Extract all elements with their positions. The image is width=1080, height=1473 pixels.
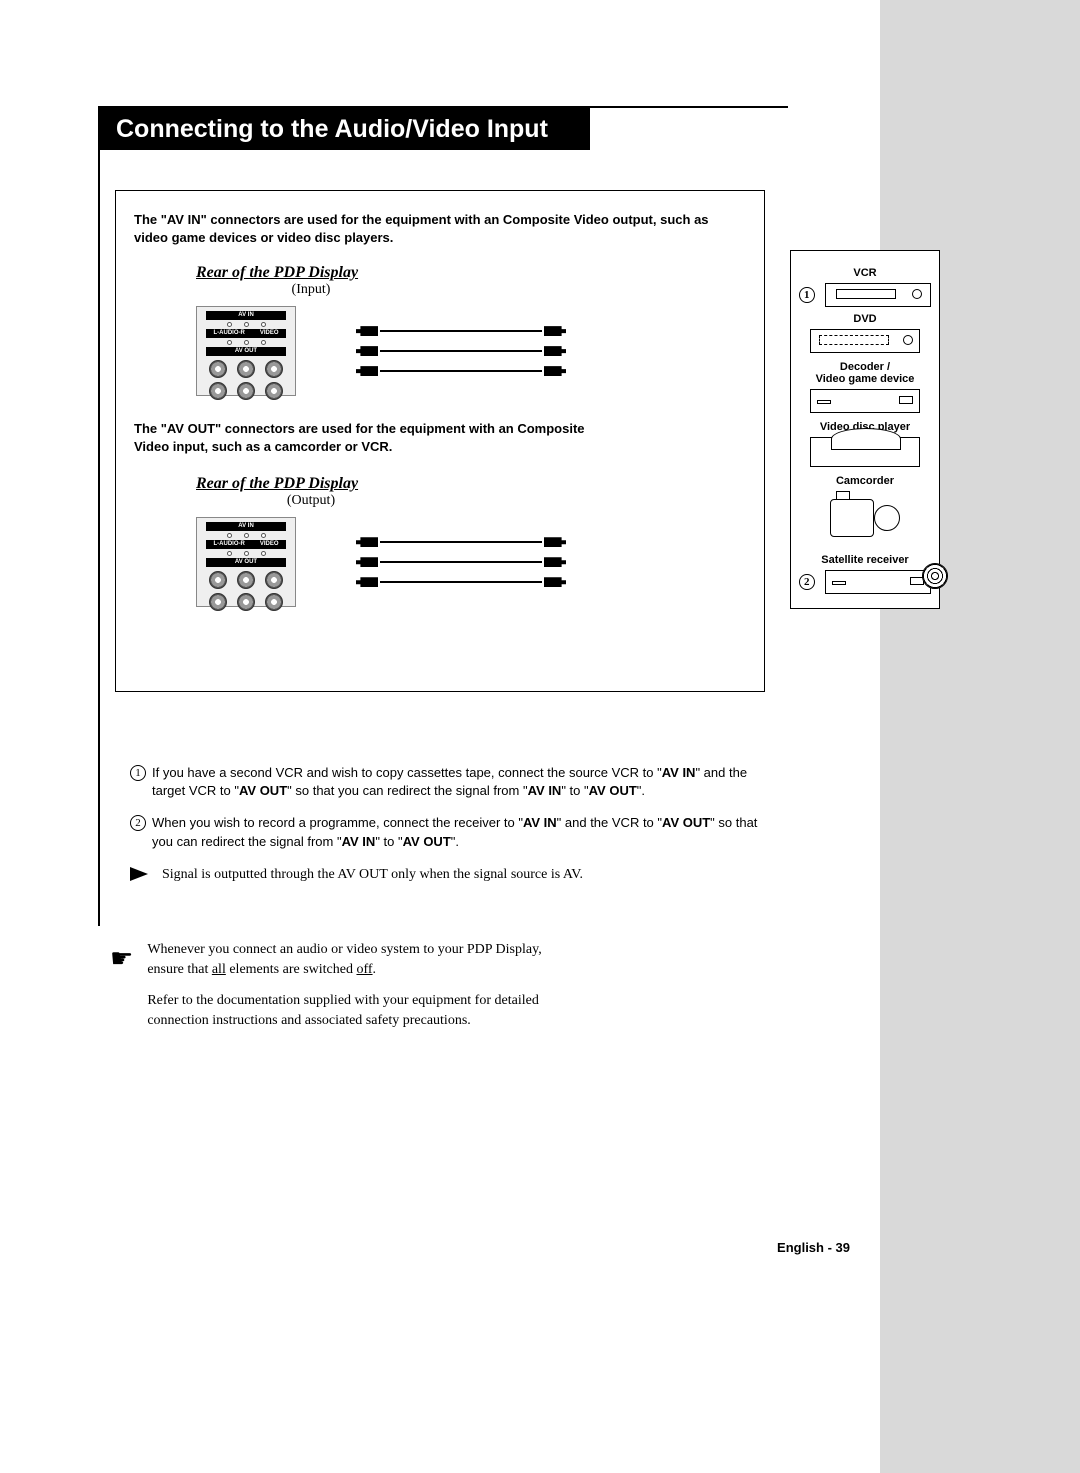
panel-video-text: VIDEO: [260, 329, 279, 338]
panel-avin-label: AV IN: [206, 311, 286, 320]
panel-avout-label: AV OUT: [206, 347, 286, 356]
n2-bold-h: AV OUT: [403, 834, 451, 849]
page-title: Connecting to the Audio/Video Input: [100, 108, 590, 150]
device-column: VCR 1 DVD Decoder / Video game device Vi…: [790, 250, 940, 609]
hand-pointer-icon: ☛: [110, 940, 133, 1041]
diagram-output: AV IN L-AUDIO-R VIDEO AV OUT: [196, 517, 746, 607]
panel-audio-text: L-AUDIO-R: [214, 329, 245, 338]
n1-bold-b: AV IN: [662, 765, 696, 780]
tip1-d: off: [356, 962, 372, 977]
dev-vcr-label: VCR: [799, 267, 931, 279]
tip1-b: all: [212, 962, 226, 977]
panel-audio-text-2: L-AUDIO-R: [214, 540, 245, 549]
tip-paragraph-1: Whenever you connect an audio or video s…: [147, 940, 570, 981]
panel-video-text-2: VIDEO: [260, 540, 279, 549]
note-2-number-icon: 2: [130, 815, 146, 831]
panel-audio-label: L-AUDIO-R VIDEO: [206, 329, 286, 338]
section-sublabel-input: (Input): [196, 282, 426, 298]
notes-section: 1 If you have a second VCR and wish to c…: [130, 764, 760, 884]
satellite-icon: [825, 570, 931, 594]
n2-bold-d: AV OUT: [662, 815, 710, 830]
n2-bold-f: AV IN: [342, 834, 376, 849]
dvd-icon: [810, 329, 920, 353]
note-1-number-icon: 1: [130, 765, 146, 781]
rear-panel-input: AV IN L-AUDIO-R VIDEO AV OUT: [196, 306, 296, 396]
tip-block: ☛ Whenever you connect an audio or video…: [110, 940, 570, 1041]
rear-panel-output: AV IN L-AUDIO-R VIDEO AV OUT: [196, 517, 296, 607]
camcorder-icon: [830, 491, 900, 546]
dev-decoder-label: Decoder / Video game device: [799, 361, 931, 385]
page-footer: English - 39: [777, 1240, 850, 1255]
circled-1-icon: 1: [799, 287, 815, 303]
note-2: 2 When you wish to record a programme, c…: [130, 814, 760, 850]
n2-text-c: " and the VCR to ": [557, 815, 662, 830]
decoder-icon: [810, 389, 920, 413]
dish-icon: [922, 563, 948, 589]
disc-player-icon: [810, 437, 920, 467]
panel-audio-label-2: L-AUDIO-R VIDEO: [206, 540, 286, 549]
page-sidebar: [880, 0, 1080, 1473]
section-sublabel-output: (Output): [196, 493, 426, 509]
dev-dvd-label: DVD: [799, 313, 931, 325]
n2-text-a: When you wish to record a programme, con…: [152, 815, 523, 830]
n1-bold-h: AV OUT: [589, 783, 637, 798]
panel-avout-label-2: AV OUT: [206, 558, 286, 567]
n1-text-a: If you have a second VCR and wish to cop…: [152, 765, 662, 780]
triangle-text: Signal is outputted through the AV OUT o…: [162, 865, 583, 885]
main-content-box: The "AV IN" connectors are used for the …: [115, 190, 765, 692]
circled-2-icon: 2: [799, 574, 815, 590]
cables-output: [356, 537, 566, 587]
tip1-e: .: [373, 962, 377, 977]
n1-text-e: " so that you can redirect the signal fr…: [287, 783, 527, 798]
cables-input: [356, 326, 566, 376]
tip-paragraph-2: Refer to the documentation supplied with…: [147, 991, 570, 1032]
intro-text: The "AV IN" connectors are used for the …: [134, 211, 746, 246]
dev-decoder-text: Decoder /: [840, 361, 890, 373]
dev-game-text: Video game device: [816, 373, 915, 385]
vcr-icon: [825, 283, 931, 307]
n2-bold-b: AV IN: [523, 815, 557, 830]
n1-bold-d: AV OUT: [239, 783, 287, 798]
n1-bold-f: AV IN: [528, 783, 562, 798]
triangle-icon: [130, 867, 148, 881]
n2-text-g: " to ": [375, 834, 402, 849]
section-heading-input: Rear of the PDP Display: [196, 264, 746, 282]
dev-sat-label: Satellite receiver: [799, 554, 931, 566]
diagram-input: AV IN L-AUDIO-R VIDEO AV OUT: [196, 306, 746, 396]
panel-avin-label-2: AV IN: [206, 522, 286, 531]
mid-text: The "AV OUT" connectors are used for the…: [134, 420, 604, 455]
dev-cam-label: Camcorder: [799, 475, 931, 487]
note-1: 1 If you have a second VCR and wish to c…: [130, 764, 760, 800]
n2-text-i: ".: [451, 834, 459, 849]
tip1-c: elements are switched: [226, 962, 357, 977]
note-triangle: Signal is outputted through the AV OUT o…: [130, 865, 760, 885]
section-heading-output: Rear of the PDP Display: [196, 475, 746, 493]
n1-text-g: " to ": [561, 783, 588, 798]
n1-text-i: ".: [637, 783, 645, 798]
